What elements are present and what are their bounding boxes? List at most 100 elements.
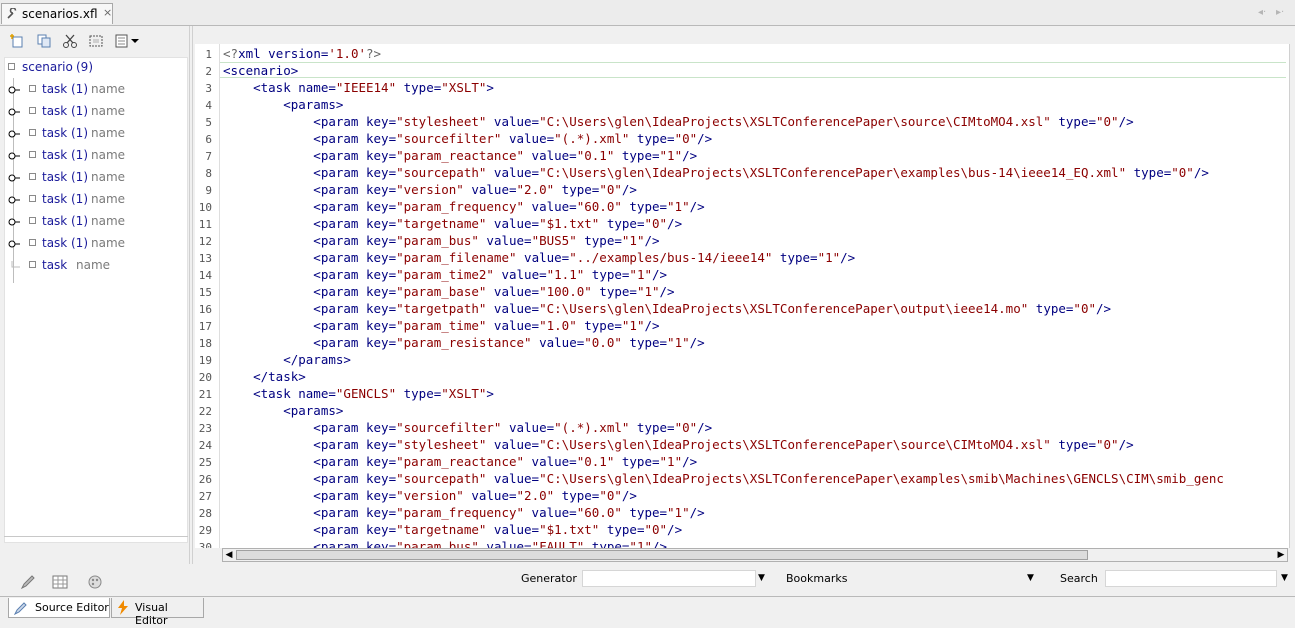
code-token: type= — [621, 505, 668, 520]
code-token: "FAULT" — [531, 539, 585, 548]
expand-toggle-icon[interactable] — [8, 195, 20, 205]
tree-item[interactable]: task (1) name — [5, 168, 185, 188]
node-name: name — [91, 170, 126, 184]
expand-toggle-icon[interactable] — [8, 217, 20, 227]
code-token: type= — [576, 233, 622, 248]
tree-item[interactable]: task (1) name — [5, 212, 185, 232]
tree-item[interactable]: task (1) name — [5, 80, 185, 100]
code-token: "0.1" — [576, 454, 615, 469]
cut-icon[interactable] — [62, 33, 78, 49]
node-name: name — [91, 148, 126, 162]
tab-visual-editor[interactable]: Visual Editor — [111, 598, 204, 627]
tab-back-icon[interactable]: ◂· — [1258, 7, 1266, 18]
scroll-left-icon[interactable]: ◀ — [223, 549, 235, 561]
code-token: <param key= — [223, 539, 397, 548]
code-line: <param key="sourcepath" value="C:\Users\… — [223, 164, 1209, 181]
expand-toggle-icon[interactable] — [8, 239, 20, 249]
code-line: <param key="sourcefilter" value="(.*).xm… — [223, 419, 712, 436]
scroll-right-icon[interactable]: ▶ — [1275, 549, 1287, 561]
tree-item[interactable]: task (1) name — [5, 146, 185, 166]
search-input[interactable] — [1105, 570, 1277, 587]
line-number: 28 — [198, 507, 212, 520]
chevron-down-icon[interactable]: ▼ — [1027, 573, 1034, 583]
code-token: value= — [486, 216, 540, 231]
code-token: "XSLT" — [441, 386, 487, 401]
code-token: value= — [486, 114, 540, 129]
node-icon — [29, 217, 36, 224]
scroll-thumb[interactable] — [236, 550, 1088, 560]
code-token: /> — [689, 199, 705, 214]
code-token: value= — [486, 301, 540, 316]
chevron-down-icon[interactable]: ▼ — [1281, 573, 1288, 583]
line-number: 12 — [198, 235, 212, 248]
expand-toggle-icon[interactable] — [8, 85, 20, 95]
code-line: <param key="param_time" value="1.0" type… — [223, 317, 659, 334]
tree-item[interactable]: task name — [5, 256, 185, 276]
copy-icon[interactable] — [36, 33, 52, 49]
code-token: <param key= — [223, 148, 397, 163]
expand-toggle-icon[interactable] — [8, 173, 20, 183]
code-line: <param key="sourcepath" value="C:\Users\… — [223, 470, 1224, 487]
code-token: type= — [554, 182, 600, 197]
horizontal-scrollbar[interactable]: ◀ ▶ — [222, 548, 1288, 562]
line-number: 22 — [198, 405, 212, 418]
line-number: 27 — [198, 490, 212, 503]
tab-title: scenarios.xfl — [22, 7, 98, 21]
code-token: ?> — [366, 46, 382, 61]
code-token: <params> — [223, 403, 344, 418]
tab-scenarios-xfl[interactable]: scenarios.xfl × — [1, 3, 113, 24]
node-name: name — [91, 192, 126, 206]
expand-toggle-icon[interactable] — [8, 129, 20, 139]
source-editor[interactable]: 1 2 3 4 5 6 7 8 9 10 11 12 13 14 15 16 17 18 19 20 21 22 23 24 2… — [195, 44, 1289, 548]
code-token: /> — [682, 148, 698, 163]
code-token: "targetpath" — [396, 301, 487, 316]
code-token: "param_reactance" — [396, 148, 525, 163]
code-token: type= — [554, 488, 600, 503]
node-label: task — [42, 148, 68, 162]
close-icon[interactable]: × — [103, 6, 112, 19]
code-token: type= — [629, 131, 675, 146]
view-menu-icon[interactable] — [114, 33, 140, 49]
code-token: value= — [486, 165, 540, 180]
code-token: <param key= — [223, 437, 397, 452]
code-token: /> — [840, 250, 856, 265]
node-icon — [29, 173, 36, 180]
generator-combo[interactable] — [582, 570, 756, 587]
code-line: <param key="stylesheet" value="C:\Users\… — [223, 436, 1133, 453]
tree-item[interactable]: task (1) name — [5, 190, 185, 210]
panel-splitter[interactable] — [189, 26, 193, 564]
select-icon[interactable] — [88, 33, 104, 49]
tree-item[interactable]: task (1) name — [5, 102, 185, 122]
bookmarks-label[interactable]: Bookmarks — [786, 572, 847, 585]
line-number: 25 — [198, 456, 212, 469]
tree-item[interactable]: task (1) name — [5, 234, 185, 254]
node-name: name — [91, 236, 126, 250]
code-token: "$1.txt" — [539, 522, 600, 537]
code-line: <param key="param_base" value="100.0" ty… — [223, 283, 674, 300]
code-line: <param key="param_frequency" value="60.0… — [223, 198, 705, 215]
code-line: <param key="param_frequency" value="60.0… — [223, 504, 704, 521]
code-token: > — [486, 80, 494, 95]
chevron-down-icon[interactable]: ▼ — [758, 573, 765, 583]
code-token: value= — [463, 182, 517, 197]
properties-area — [4, 536, 188, 565]
new-node-icon[interactable] — [9, 33, 25, 49]
code-token: "2.0" — [516, 488, 555, 503]
tree-root-scenario[interactable]: scenario (9) — [5, 58, 185, 78]
line-number: 15 — [198, 286, 212, 299]
tab-forward-icon[interactable]: ▸· — [1276, 7, 1284, 18]
node-icon — [29, 261, 36, 268]
editor-mode-tabs: Source Editor Visual Editor — [0, 596, 1295, 628]
code-token: "(.*).xml" — [554, 131, 630, 146]
tab-source-editor[interactable]: Source Editor — [8, 598, 110, 618]
code-token: type= — [599, 522, 645, 537]
vertical-scrollbar[interactable] — [1289, 44, 1295, 548]
expand-toggle-icon[interactable] — [8, 107, 20, 117]
tab-label: Source Editor — [35, 601, 109, 614]
expand-toggle-icon[interactable] — [8, 151, 20, 161]
tree-item[interactable]: task (1) name — [5, 124, 185, 144]
code-token: "1" — [667, 505, 690, 520]
code-token: "0.0" — [584, 335, 622, 350]
code-token: "C:\Users\glen\IdeaProjects\XSLTConferen… — [539, 437, 1051, 452]
code-token: <param key= — [223, 505, 397, 520]
